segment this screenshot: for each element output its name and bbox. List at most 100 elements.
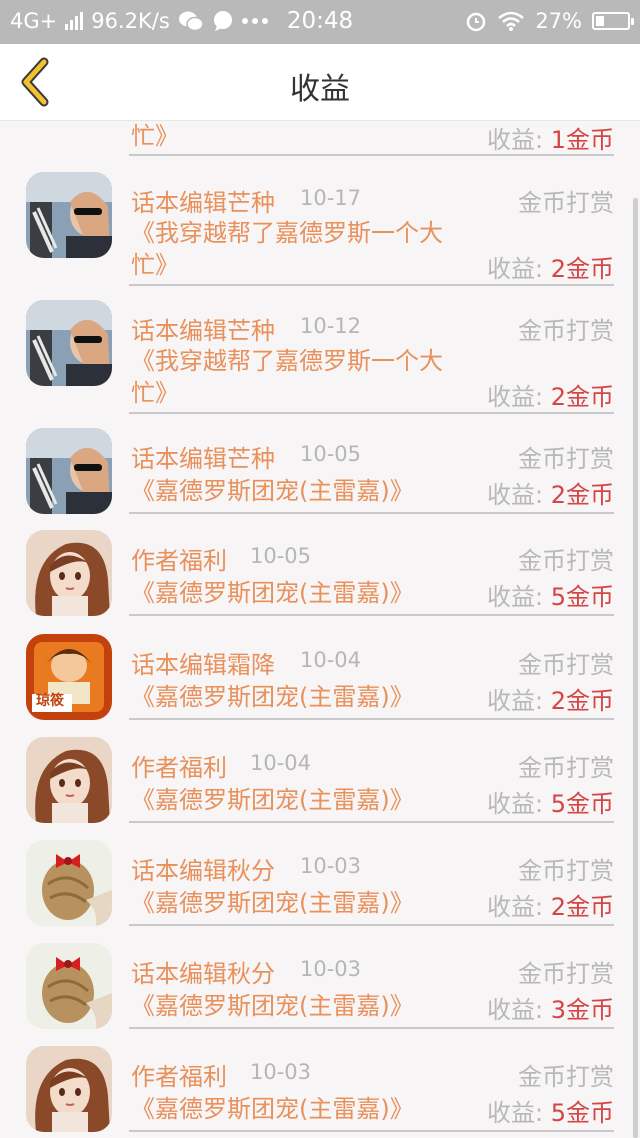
earning-amount: 收益: 2金币 [487, 887, 614, 922]
row-divider [129, 512, 614, 514]
row-divider [129, 924, 614, 926]
book-title-line: 《嘉德罗斯团宠(主雷嘉)》 [131, 1095, 414, 1123]
book-title-line: 忙》 [131, 122, 179, 150]
reward-date: 10-03 [300, 854, 362, 878]
avatar [26, 737, 112, 823]
reward-date: 10-12 [300, 314, 362, 338]
list-scrollbar[interactable] [633, 198, 638, 1138]
reward-date: 10-04 [300, 648, 362, 672]
earning-value: 1金币 [550, 126, 614, 154]
avatar [26, 300, 112, 386]
sender-name: 作者福利 [131, 1063, 227, 1091]
row-divider [129, 1130, 614, 1132]
row-divider [129, 821, 614, 823]
earning-label: 收益: [486, 996, 544, 1024]
earning-value: 5金币 [550, 583, 614, 611]
book-title-line: 《嘉德罗斯团宠(主雷嘉)》 [131, 992, 414, 1020]
earning-amount: 收益: 3金币 [487, 990, 614, 1025]
earning-amount: 收益: 2金币 [487, 377, 614, 412]
earning-label: 收益: [486, 583, 544, 611]
earning-value: 2金币 [550, 687, 614, 715]
earning-row[interactable]: 话本编辑秋分 10-03 金币打赏 《嘉德罗斯团宠(主雷嘉)》 收益: 2金币 [0, 824, 632, 926]
book-title-line: 《嘉德罗斯团宠(主雷嘉)》 [131, 579, 414, 607]
earning-amount: 收益: 5金币 [487, 784, 614, 819]
earnings-list: 忙》 收益: 1金币 话本编辑芒种 10-17 金币打赏 《我穿越帮了嘉德罗斯一… [0, 120, 640, 1138]
avatar [26, 840, 112, 926]
reward-type: 金币打赏 [518, 547, 614, 575]
reward-type: 金币打赏 [518, 960, 614, 988]
book-title-line: 忙》 [131, 251, 179, 279]
earning-row[interactable]: 琼筱 话本编辑霜降 10-04 金币打赏 《嘉德罗斯团宠(主雷嘉)》 收益: 2… [0, 618, 632, 720]
earning-amount: 收益: 2金币 [487, 475, 614, 510]
earning-label: 收益: [486, 687, 544, 715]
reward-type: 金币打赏 [518, 651, 614, 679]
earning-amount: 收益: 2金币 [487, 681, 614, 716]
earning-amount: 收益: 5金币 [487, 577, 614, 612]
sender-name: 话本编辑霜降 [131, 651, 275, 679]
earning-value: 2金币 [550, 481, 614, 509]
reward-type: 金币打赏 [518, 445, 614, 473]
earning-label: 收益: [486, 481, 544, 509]
earning-amount: 收益: 1金币 [487, 120, 614, 155]
book-title-line: 《嘉德罗斯团宠(主雷嘉)》 [131, 786, 414, 814]
sender-name: 话本编辑芒种 [131, 317, 275, 345]
avatar [26, 943, 112, 1029]
reward-type: 金币打赏 [518, 317, 614, 345]
nav-header: 收益 [0, 44, 640, 121]
earning-value: 3金币 [550, 996, 614, 1024]
earning-label: 收益: [486, 790, 544, 818]
earning-row[interactable]: 话本编辑秋分 10-03 金币打赏 《嘉德罗斯团宠(主雷嘉)》 收益: 3金币 [0, 927, 632, 1029]
row-divider [129, 718, 614, 720]
earning-amount: 收益: 2金币 [487, 249, 614, 284]
earning-value: 5金币 [550, 790, 614, 818]
battery-level [596, 16, 605, 26]
status-right: 27% [465, 9, 634, 33]
earning-row[interactable]: 作者福利 10-05 金币打赏 《嘉德罗斯团宠(主雷嘉)》 收益: 5金币 [0, 516, 632, 618]
sender-name: 作者福利 [131, 547, 227, 575]
earning-label: 收益: [486, 893, 544, 921]
row-divider [129, 1027, 614, 1029]
earning-label: 收益: [486, 126, 544, 154]
reward-type: 金币打赏 [518, 189, 614, 217]
earning-row[interactable]: 作者福利 10-04 金币打赏 《嘉德罗斯团宠(主雷嘉)》 收益: 5金币 [0, 721, 632, 823]
reward-type: 金币打赏 [518, 857, 614, 885]
earning-row[interactable]: 话本编辑芒种 10-12 金币打赏 《我穿越帮了嘉德罗斯一个大 忙》 收益: 2… [0, 286, 632, 414]
reward-type: 金币打赏 [518, 754, 614, 782]
earning-row[interactable]: 话本编辑芒种 10-05 金币打赏 《嘉德罗斯团宠(主雷嘉)》 收益: 2金币 [0, 414, 632, 516]
book-title-line: 《嘉德罗斯团宠(主雷嘉)》 [131, 683, 414, 711]
earning-row[interactable]: 话本编辑芒种 10-17 金币打赏 《我穿越帮了嘉德罗斯一个大 忙》 收益: 2… [0, 158, 632, 286]
reward-date: 10-05 [300, 442, 362, 466]
reward-date: 10-05 [250, 544, 312, 568]
earning-amount: 收益: 5金币 [487, 1093, 614, 1128]
reward-date: 10-03 [250, 1060, 312, 1084]
earning-label: 收益: [486, 255, 544, 283]
battery-percent: 27% [535, 9, 582, 33]
earning-row[interactable]: 作者福利 10-03 金币打赏 《嘉德罗斯团宠(主雷嘉)》 收益: 5金币 [0, 1030, 632, 1132]
book-title-line: 《嘉德罗斯团宠(主雷嘉)》 [131, 889, 414, 917]
battery-icon [592, 12, 634, 30]
earning-row[interactable]: 忙》 收益: 1金币 [0, 120, 632, 156]
row-divider [129, 614, 614, 616]
reward-type: 金币打赏 [518, 1063, 614, 1091]
status-bar: 4G+ 96.2K/s 20:48 27% [0, 0, 640, 44]
earning-value: 2金币 [550, 255, 614, 283]
page-title: 收益 [290, 72, 350, 107]
sender-name: 作者福利 [131, 754, 227, 782]
alarm-icon [467, 12, 486, 32]
row-divider [129, 154, 614, 156]
reward-date: 10-17 [300, 186, 362, 210]
avatar [26, 428, 112, 514]
book-title-line: 《嘉德罗斯团宠(主雷嘉)》 [131, 477, 414, 505]
earning-label: 收益: [486, 1099, 544, 1127]
book-title-line: 忙》 [131, 379, 179, 407]
reward-date: 10-04 [250, 751, 312, 775]
avatar-label: 琼筱 [36, 693, 64, 709]
avatar [26, 1046, 112, 1132]
earning-value: 5金币 [550, 1099, 614, 1127]
reward-date: 10-03 [300, 957, 362, 981]
earning-label: 收益: [486, 383, 544, 411]
sender-name: 话本编辑芒种 [131, 189, 275, 217]
earning-value: 2金币 [550, 383, 614, 411]
earning-value: 2金币 [550, 893, 614, 921]
avatar [26, 530, 112, 616]
